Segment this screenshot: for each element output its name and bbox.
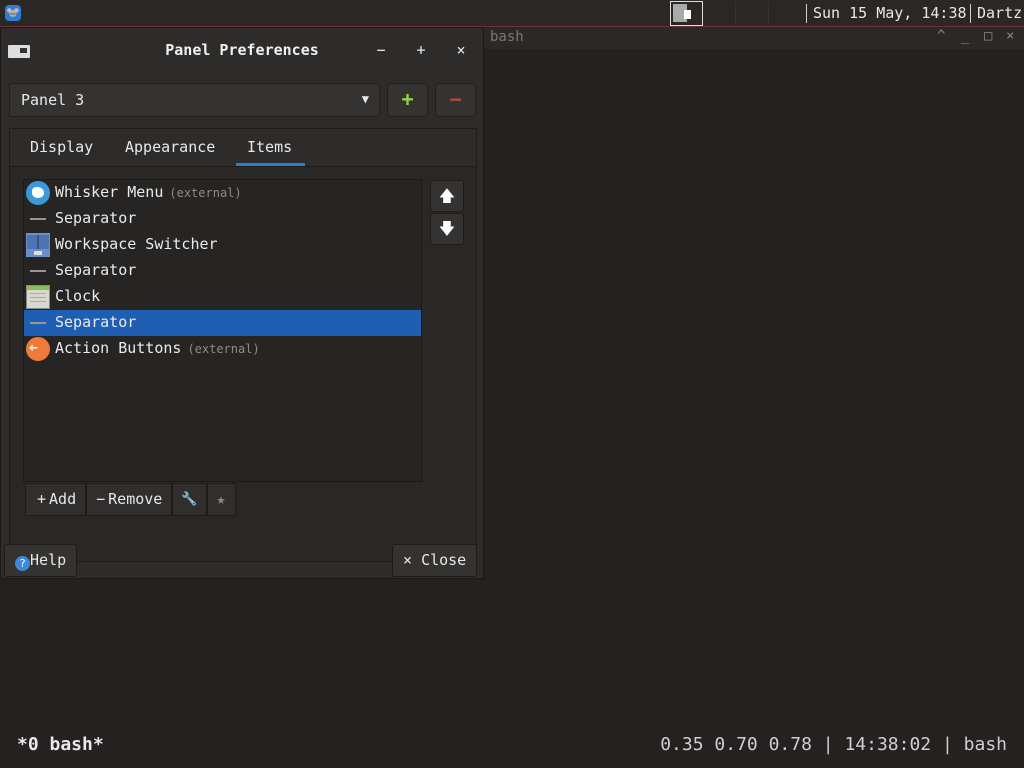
items-list: Whisker Menu (external) Separator Workspa… (23, 179, 422, 482)
remove-item-label: Remove (108, 490, 163, 508)
item-label: Action Buttons (55, 339, 182, 357)
remove-panel-button[interactable]: − (435, 83, 476, 117)
list-item-selected[interactable]: Separator (24, 310, 421, 336)
star-icon[interactable]: ★ (206, 483, 236, 516)
panel-select[interactable]: Panel 3 ▼ (9, 83, 380, 117)
item-label: Separator (55, 313, 137, 331)
close-button[interactable]: × Close (392, 544, 478, 577)
list-item[interactable]: Action Buttons (external) (24, 336, 421, 362)
add-panel-button[interactable]: + (387, 83, 428, 117)
list-item[interactable]: Whisker Menu (external) (24, 180, 421, 206)
add-item-button[interactable]: + Add (25, 483, 87, 516)
separator-icon (26, 207, 50, 231)
preferences-notebook: Display Appearance Items Whisker Menu (ex… (9, 128, 477, 562)
list-item[interactable]: Workspace Switcher (24, 232, 421, 258)
active-tab-indicator (236, 163, 305, 166)
terminal-titlebar: bash ^ _ □ × (484, 27, 1024, 49)
close-icon[interactable]: × (1006, 28, 1014, 44)
close-icon: × (403, 551, 413, 569)
workspace-4[interactable] (769, 1, 802, 26)
separator-icon (26, 259, 50, 283)
item-label: Workspace Switcher (55, 235, 218, 253)
item-label: Clock (55, 287, 101, 305)
panel-preferences-dialog: Panel Preferences − + × Panel 3 ▼ + − Di… (0, 27, 484, 579)
move-up-button[interactable]: 🡅 (430, 180, 464, 212)
help-icon: ? (15, 556, 30, 571)
items-toolbar: + Add − Remove 🔧 ★ (25, 483, 251, 516)
workspace-3[interactable] (736, 1, 769, 26)
dialog-title: Panel Preferences (165, 41, 319, 59)
list-item[interactable]: Separator (24, 206, 421, 232)
item-label: Separator (55, 261, 137, 279)
workspace-switcher (670, 1, 802, 26)
help-button[interactable]: ? Help (4, 544, 78, 577)
chevron-down-icon: ▼ (361, 92, 369, 106)
separator-icon (26, 311, 50, 335)
minus-icon: − (96, 490, 106, 508)
panel-separator (806, 4, 807, 23)
minimize-icon[interactable]: _ (961, 28, 969, 44)
maximize-button[interactable]: + (413, 41, 429, 59)
item-note: (external) (187, 342, 260, 356)
minimize-button[interactable]: − (373, 41, 389, 59)
item-label: Separator (55, 209, 137, 227)
wrench-icon[interactable]: 🔧 (172, 483, 207, 516)
tmux-status-right: 0.35 0.70 0.78 | 14:38:02 | bash (660, 734, 1007, 755)
item-note: (external) (169, 186, 242, 200)
clock-icon (26, 285, 50, 309)
panel-user[interactable]: Dartz (977, 4, 1022, 22)
tab-bar: Display Appearance Items (10, 129, 476, 167)
top-panel: 🐭 Sun 15 May, 14:38 Dartz (0, 0, 1024, 27)
maximize-icon[interactable]: □ (984, 28, 992, 44)
panel-select-value: Panel 3 (21, 91, 85, 109)
plus-icon: + (37, 490, 47, 508)
tab-display[interactable]: Display (30, 138, 93, 156)
tab-items[interactable]: Items (247, 138, 292, 156)
panel-clock[interactable]: Sun 15 May, 14:38 (813, 4, 967, 22)
whisker-icon (26, 181, 50, 205)
whisker-menu-icon[interactable]: 🐭 (5, 5, 21, 21)
tmux-window-label: *0 bash* (17, 734, 104, 755)
panel-separator (970, 4, 971, 23)
item-label: Whisker Menu (55, 183, 164, 201)
remove-item-button[interactable]: − Remove (86, 483, 173, 516)
workspace-1[interactable] (670, 1, 703, 26)
add-item-label: Add (49, 490, 77, 508)
workspace-2[interactable] (703, 1, 736, 26)
tab-appearance[interactable]: Appearance (125, 138, 215, 156)
list-item[interactable]: Separator (24, 258, 421, 284)
workspace-switcher-icon (26, 233, 50, 257)
close-label: Close (421, 551, 467, 569)
help-label: Help (30, 551, 67, 569)
close-window-button[interactable]: × (453, 41, 469, 59)
list-item[interactable]: Clock (24, 284, 421, 310)
dialog-titlebar[interactable]: Panel Preferences − + × (1, 28, 483, 74)
shade-icon[interactable]: ^ (937, 28, 945, 44)
action-buttons-icon (26, 337, 50, 361)
terminal-title: bash (490, 29, 524, 45)
move-down-button[interactable]: 🡇 (430, 213, 464, 245)
